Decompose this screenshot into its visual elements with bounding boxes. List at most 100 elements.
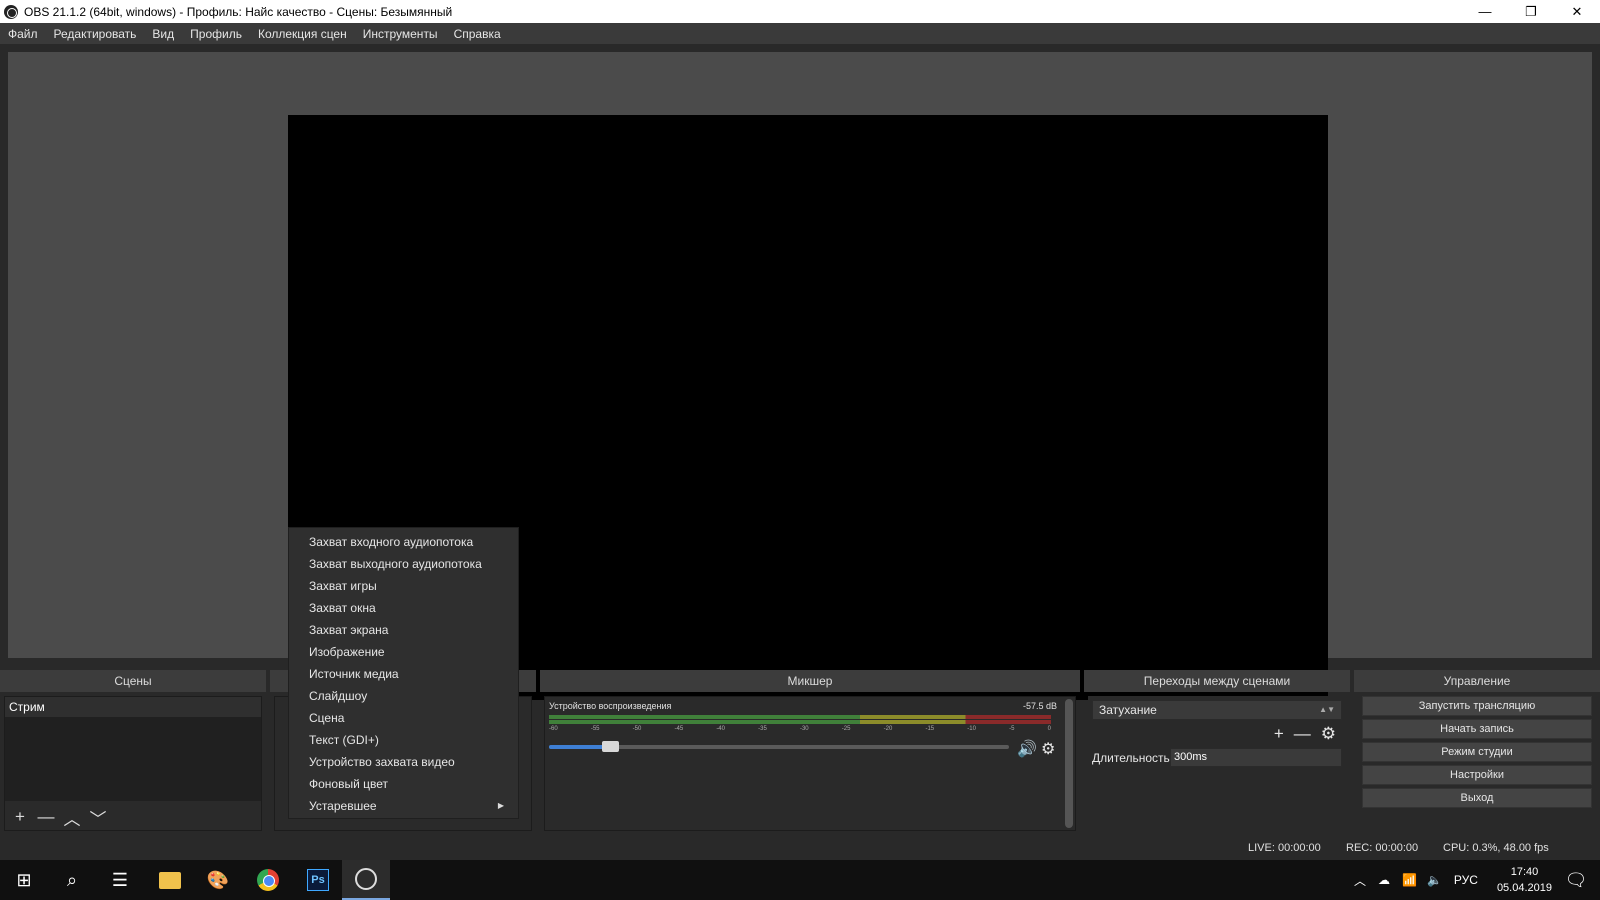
wifi-icon[interactable]: 📶 (1402, 873, 1417, 887)
volume-meter (549, 715, 1051, 719)
studio-mode-button[interactable]: Режим студии (1362, 742, 1592, 762)
preview-area (8, 52, 1592, 700)
scene-list: Стрим (5, 697, 261, 801)
menu-item-game-capture[interactable]: Захват игры (289, 575, 518, 597)
menu-file[interactable]: Файл (8, 27, 38, 41)
menu-scene-collection[interactable]: Коллекция сцен (258, 27, 347, 41)
folder-icon (159, 871, 181, 889)
cloud-icon[interactable]: ☁ (1378, 873, 1390, 887)
chevron-up-icon[interactable]: ︿ (1354, 872, 1366, 889)
meter-tick-label: -35 (758, 726, 767, 732)
meter-tick-label: -20 (883, 726, 893, 732)
window-title: OBS 21.1.2 (64bit, windows) - Профиль: Н… (24, 4, 453, 19)
mixer-panel: Устройство воспроизведения -57.5 dB -60 -… (544, 696, 1076, 831)
menu-item-display-capture[interactable]: Захват экрана (289, 619, 518, 641)
search-button[interactable]: ⌕ (48, 860, 96, 900)
remove-transition-button[interactable]: — (1294, 724, 1311, 744)
menu-edit[interactable]: Редактировать (54, 27, 137, 41)
minimize-button[interactable]: — (1462, 0, 1508, 23)
obs-icon (355, 868, 377, 890)
clock-date: 05.04.2019 (1496, 882, 1552, 894)
menu-help[interactable]: Справка (454, 27, 501, 41)
gear-icon[interactable]: ⚙ (1041, 739, 1055, 759)
add-scene-button[interactable]: + (11, 807, 29, 827)
add-transition-button[interactable]: + (1274, 724, 1284, 744)
start-button[interactable]: ⊞ (0, 860, 48, 900)
transition-toolbar: + — ⚙ (1274, 724, 1336, 744)
exit-button[interactable]: Выход (1362, 788, 1592, 808)
menu-bar: Файл Редактировать Вид Профиль Коллекция… (0, 23, 1600, 44)
menu-item-scene[interactable]: Сцена (289, 707, 518, 729)
action-center-button[interactable]: 🗨 (1552, 860, 1600, 900)
controls-panel: Запустить трансляцию Начать запись Режим… (1358, 696, 1596, 831)
volume-slider-thumb[interactable] (602, 741, 619, 752)
mixer-scrollbar[interactable] (1065, 699, 1073, 828)
close-button[interactable]: ✕ (1554, 0, 1600, 23)
transition-settings-button[interactable]: ⚙ (1321, 724, 1336, 744)
scenes-dock: Сцены Стрим + — ︿ ﹀ (0, 670, 266, 831)
window-controls: — ❐ ✕ (1462, 0, 1600, 23)
start-streaming-button[interactable]: Запустить трансляцию (1362, 696, 1592, 716)
meter-tick-label: -45 (674, 726, 684, 732)
live-timer: LIVE: 00:00:00 (1248, 842, 1321, 854)
cpu-usage: CPU: 0.3%, 48.00 fps (1443, 842, 1549, 854)
maximize-button[interactable]: ❐ (1508, 0, 1554, 23)
menu-item-color-source[interactable]: Фоновый цвет (289, 773, 518, 795)
scene-item[interactable]: Стрим (5, 697, 261, 717)
controls-dock: Управление Запустить трансляцию Начать з… (1354, 670, 1600, 831)
photoshop-icon: Ps (307, 869, 329, 891)
submenu-arrow-icon: ▶ (497, 801, 504, 810)
chrome-button[interactable] (244, 860, 292, 900)
menu-item-video-capture-device[interactable]: Устройство захвата видео (289, 751, 518, 773)
transition-select[interactable]: Затухание ▲▼ (1092, 700, 1342, 720)
mixer-dock: Микшер Устройство воспроизведения -57.5 … (540, 670, 1080, 831)
mute-icon[interactable]: 🔊 (1017, 739, 1037, 759)
meter-tick-label: -50 (632, 726, 642, 732)
volume-icon[interactable]: 🔈 (1427, 873, 1442, 887)
obs-app-icon (4, 4, 18, 19)
menu-item-slideshow[interactable]: Слайдшоу (289, 685, 518, 707)
status-bar: LIVE: 00:00:00 REC: 00:00:00 CPU: 0.3%, … (0, 838, 1600, 858)
menu-item-deprecated[interactable]: Устаревшее ▶ (289, 795, 518, 817)
transition-select-value: Затухание (1099, 703, 1157, 717)
transitions-dock-title: Переходы между сценами (1084, 670, 1350, 692)
system-tray: ︿ ☁ 📶 🔈 РУС (1354, 860, 1478, 900)
menu-item-text-gdi[interactable]: Текст (GDI+) (289, 729, 518, 751)
menu-item-window-capture[interactable]: Захват окна (289, 597, 518, 619)
menu-tools[interactable]: Инструменты (363, 27, 438, 41)
menu-item-audio-input-capture[interactable]: Захват входного аудиопотока (289, 531, 518, 553)
move-scene-up-button[interactable]: ︿ (63, 805, 81, 830)
meter-scale: -60 -55 -50 -45 -40 -35 -30 -25 -20 -15 -10 -5 0 (549, 726, 1051, 732)
search-icon: ⌕ (66, 869, 78, 890)
menu-item-audio-output-capture[interactable]: Захват выходного аудиопотока (289, 553, 518, 575)
menu-item-media-source[interactable]: Источник медиа (289, 663, 518, 685)
meter-tick-label: 0 (1047, 726, 1051, 732)
scenes-panel: Стрим + — ︿ ﹀ (4, 696, 262, 831)
menu-profile[interactable]: Профиль (190, 27, 242, 41)
mixer-dock-title: Микшер (540, 670, 1080, 692)
remove-scene-button[interactable]: — (37, 807, 55, 827)
meter-tick-label: -25 (841, 726, 851, 732)
paint-app-button[interactable]: 🎨 (194, 860, 242, 900)
file-explorer-button[interactable] (146, 860, 194, 900)
duration-label: Длительность (1092, 751, 1170, 765)
menu-view[interactable]: Вид (152, 27, 174, 41)
meter-tick-label: -55 (590, 726, 600, 732)
controls-dock-title: Управление (1354, 670, 1600, 692)
move-scene-down-button[interactable]: ﹀ (89, 805, 107, 830)
duration-input[interactable]: 300ms (1170, 748, 1342, 767)
start-recording-button[interactable]: Начать запись (1362, 719, 1592, 739)
menu-item-image[interactable]: Изображение (289, 641, 518, 663)
menu-item-deprecated-label: Устаревшее (309, 799, 377, 813)
clock[interactable]: 17:40 05.04.2019 (1497, 864, 1552, 896)
obs-taskbar-button[interactable] (342, 860, 390, 900)
chevron-down-icon: ▲▼ (1319, 705, 1335, 714)
mixer-level-readout: -57.5 dB (1022, 701, 1057, 711)
task-view-icon: ☰ (111, 869, 129, 890)
notification-icon: 🗨 (1564, 869, 1588, 890)
settings-button[interactable]: Настройки (1362, 765, 1592, 785)
language-indicator[interactable]: РУС (1454, 873, 1478, 887)
meter-tick-label: -60 (549, 726, 558, 732)
photoshop-button[interactable]: Ps (294, 860, 342, 900)
task-view-button[interactable]: ☰ (96, 860, 144, 900)
